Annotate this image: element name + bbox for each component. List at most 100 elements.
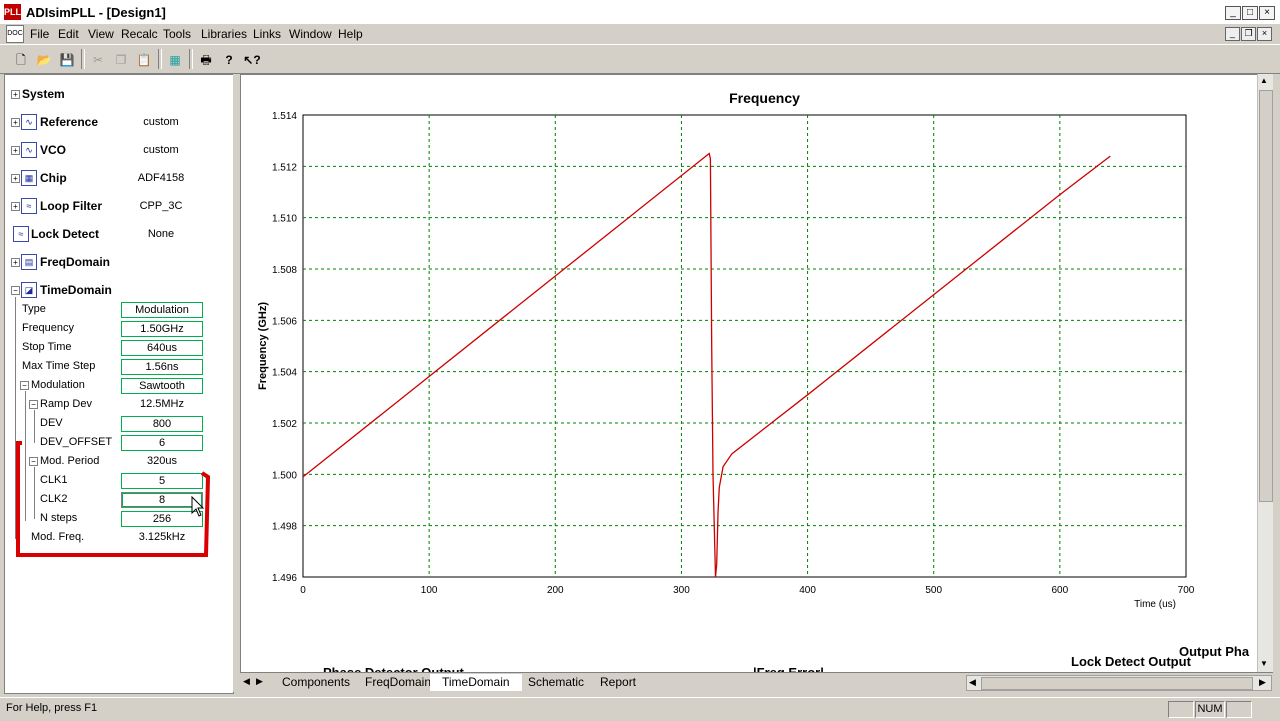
lock-detect-icon: ≈ — [13, 226, 29, 242]
open-folder-icon[interactable]: 📂 — [33, 49, 55, 71]
tab-timedomain[interactable]: TimeDomain — [430, 674, 522, 691]
y-tick-label: 1.506 — [272, 316, 297, 327]
x-tick-label: 200 — [547, 585, 564, 596]
mdi-restore-icon[interactable]: ❐ — [1241, 27, 1256, 41]
scroll-up-icon[interactable]: ▲ — [1260, 76, 1268, 85]
panel-splitter[interactable] — [233, 74, 239, 692]
tab-scroll-right-icon[interactable]: ▶ — [256, 676, 263, 687]
menu-tools[interactable]: Tools — [163, 27, 191, 41]
prop-ramp-dev-value: 12.5MHz — [139, 398, 185, 410]
tree-node-vco[interactable]: VCO — [40, 143, 66, 157]
lock-detect-output-label: Lock Detect Output — [1071, 654, 1191, 669]
x-tick-label: 0 — [300, 585, 306, 596]
expand-icon[interactable]: + — [11, 146, 20, 155]
collapse-icon[interactable]: − — [29, 400, 38, 409]
paste-icon[interactable]: 📋 — [133, 49, 155, 71]
minimize-icon[interactable]: _ — [1225, 6, 1241, 20]
component-tree: + System + ∿ Reference custom + ∿ VCO cu… — [4, 74, 234, 694]
prop-stop-time-label: Stop Time — [22, 341, 72, 353]
prop-modulation-field[interactable]: Sawtooth — [121, 378, 203, 394]
tab-components[interactable]: Components — [270, 674, 362, 690]
freq-domain-icon: ▤ — [21, 254, 37, 270]
menu-recalc[interactable]: Recalc — [121, 27, 158, 41]
horizontal-scroll-thumb[interactable] — [981, 677, 1253, 690]
mdi-minimize-icon[interactable]: _ — [1225, 27, 1240, 41]
prop-frequency-field[interactable]: 1.50GHz — [121, 321, 203, 337]
context-help-icon[interactable]: ↖? — [241, 49, 263, 71]
collapse-icon[interactable]: − — [11, 286, 20, 295]
status-pane-num: NUM — [1195, 701, 1225, 718]
menu-bar: DOC File Edit View Recalc Tools Librarie… — [0, 24, 1280, 43]
expand-icon[interactable]: + — [11, 174, 20, 183]
document-icon[interactable]: DOC — [6, 25, 24, 43]
window-title: ADIsimPLL - [Design1] — [26, 5, 166, 20]
new-document-icon[interactable]: 🗋 — [10, 49, 32, 71]
tree-node-chip[interactable]: Chip — [40, 171, 67, 185]
prop-dev-label: DEV — [40, 417, 63, 429]
tree-node-loop-filter-value: CPP_3C — [139, 200, 183, 212]
menu-edit[interactable]: Edit — [58, 27, 79, 41]
y-axis-label: Frequency (GHz) — [257, 302, 269, 390]
save-icon[interactable]: 💾 — [56, 49, 78, 71]
x-tick-label: 500 — [925, 585, 942, 596]
prop-dev-field[interactable]: 800 — [121, 416, 203, 432]
expand-icon[interactable]: + — [11, 202, 20, 211]
tree-node-freqdomain[interactable]: FreqDomain — [40, 255, 110, 269]
prop-max-time-step-field[interactable]: 1.56ns — [121, 359, 203, 375]
cut-icon[interactable]: ✂ — [87, 49, 109, 71]
menu-help[interactable]: Help — [338, 27, 363, 41]
mouse-cursor-icon — [191, 496, 205, 517]
scroll-left-icon[interactable]: ◀ — [969, 677, 976, 688]
prop-stop-time-field[interactable]: 640us — [121, 340, 203, 356]
close-icon[interactable]: × — [1259, 6, 1275, 20]
tree-node-reference-value: custom — [143, 116, 179, 128]
tab-schematic[interactable]: Schematic — [516, 674, 596, 690]
tree-node-vco-value: custom — [143, 144, 179, 156]
tree-node-timedomain[interactable]: TimeDomain — [40, 283, 112, 297]
tree-node-lock-detect[interactable]: Lock Detect — [31, 227, 99, 241]
y-tick-label: 1.512 — [272, 162, 297, 173]
tab-strip: ◀ ▶ Components FreqDomain TimeDomain Sch… — [240, 672, 1273, 693]
menu-view[interactable]: View — [88, 27, 114, 41]
toolbar-separator — [81, 49, 85, 69]
prop-type-field[interactable]: Modulation — [121, 302, 203, 318]
expand-icon[interactable]: + — [11, 90, 20, 99]
x-tick-label: 600 — [1052, 585, 1069, 596]
tab-report[interactable]: Report — [588, 674, 648, 690]
prop-type-label: Type — [22, 303, 46, 315]
scroll-down-icon[interactable]: ▼ — [1260, 659, 1268, 668]
expand-icon[interactable]: + — [11, 118, 20, 127]
y-tick-label: 1.504 — [272, 368, 297, 379]
menu-window[interactable]: Window — [289, 27, 332, 41]
mdi-close-icon[interactable]: × — [1257, 27, 1272, 41]
menu-links[interactable]: Links — [253, 27, 281, 41]
copy-icon[interactable]: ❐ — [110, 49, 132, 71]
menu-file[interactable]: File — [30, 27, 49, 41]
help-icon[interactable]: ? — [218, 49, 240, 71]
x-axis-label: Time (us) — [1134, 599, 1176, 610]
annotation-bracket — [16, 441, 210, 557]
sine-wave-icon: ∿ — [21, 114, 37, 130]
y-tick-label: 1.510 — [272, 214, 297, 225]
output-phase-label: Output Pha — [1179, 644, 1250, 659]
toolbar-separator — [189, 49, 193, 69]
maximize-icon[interactable]: □ — [1242, 6, 1258, 20]
status-pane-scroll — [1226, 701, 1252, 718]
tree-node-reference[interactable]: Reference — [40, 115, 98, 129]
collapse-icon[interactable]: − — [20, 381, 29, 390]
horizontal-scrollbar[interactable]: ◀ ▶ — [966, 675, 1272, 691]
x-tick-label: 400 — [799, 585, 816, 596]
menu-libraries[interactable]: Libraries — [201, 27, 247, 41]
print-icon[interactable]: 🖶 — [195, 49, 217, 71]
expand-icon[interactable]: + — [11, 258, 20, 267]
x-tick-label: 300 — [673, 585, 690, 596]
scroll-thumb[interactable] — [1259, 90, 1273, 502]
tree-node-system[interactable]: System — [22, 87, 65, 101]
recalc-icon[interactable]: ▦ — [164, 49, 186, 71]
vertical-scrollbar[interactable]: ▲ ▼ — [1257, 74, 1273, 672]
prop-frequency-label: Frequency — [22, 322, 74, 334]
y-tick-label: 1.498 — [272, 522, 297, 533]
tree-node-loop-filter[interactable]: Loop Filter — [40, 199, 102, 213]
scroll-right-icon[interactable]: ▶ — [1259, 677, 1266, 688]
tab-scroll-left-icon[interactable]: ◀ — [243, 676, 250, 687]
